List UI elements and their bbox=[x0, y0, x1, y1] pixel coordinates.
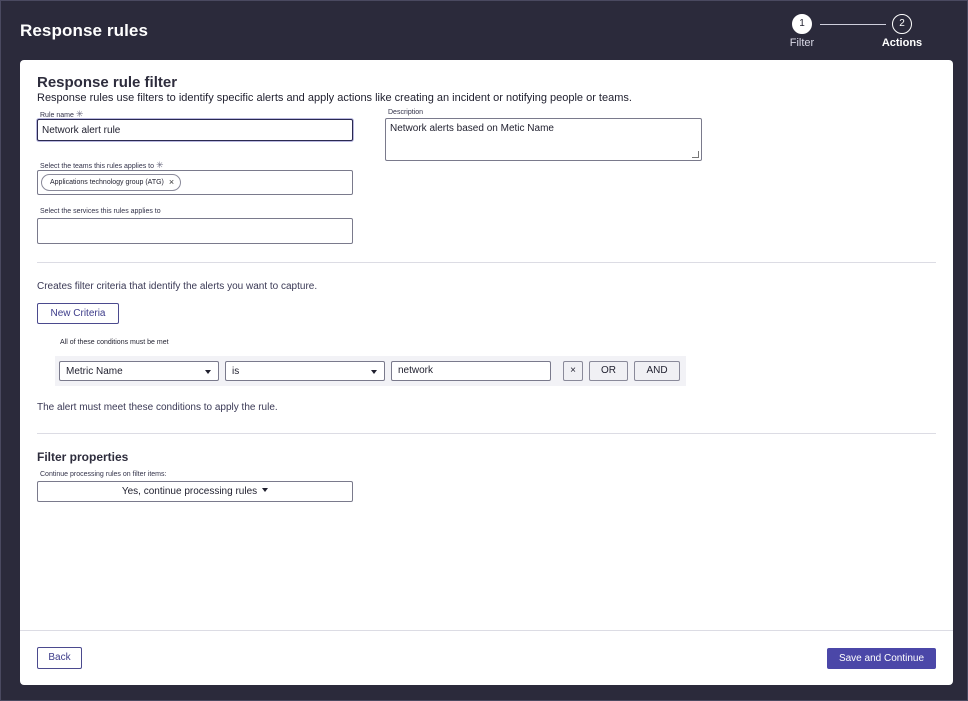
section-description: Response rules use filters to identify s… bbox=[37, 92, 632, 104]
step-filter[interactable]: 1 Filter bbox=[772, 14, 832, 49]
condition-row: Metric Name is network × OR AND bbox=[55, 356, 686, 386]
description-text: Network alerts based on Metic Name bbox=[390, 123, 554, 134]
criteria-intro: Creates filter criteria that identify th… bbox=[37, 281, 318, 292]
required-icon: ✳ bbox=[75, 109, 84, 119]
continue-processing-label: Continue processing rules on filter item… bbox=[40, 471, 167, 478]
continue-processing-value: Yes, continue processing rules bbox=[121, 486, 258, 497]
remove-condition-button[interactable]: × bbox=[563, 361, 583, 381]
operator-select-value: is bbox=[232, 366, 240, 377]
close-icon: × bbox=[570, 365, 576, 376]
team-chip: Applications technology group (ATG) × bbox=[41, 174, 182, 191]
services-label: Select the services this rules applies t… bbox=[40, 208, 161, 215]
rule-form-panel: Response rule filter Response rules use … bbox=[20, 60, 953, 685]
required-icon: ✳ bbox=[155, 160, 164, 170]
description-label: Description bbox=[388, 109, 424, 116]
field-select[interactable]: Metric Name bbox=[59, 361, 219, 381]
chevron-down-icon bbox=[262, 488, 269, 492]
description-textarea[interactable]: Network alerts based on Metic Name bbox=[385, 118, 702, 161]
teams-multiselect[interactable]: Applications technology group (ATG) × bbox=[37, 170, 353, 195]
services-multiselect[interactable] bbox=[37, 218, 353, 244]
divider bbox=[37, 433, 936, 434]
conditions-help: The alert must meet these conditions to … bbox=[37, 402, 278, 413]
step-actions[interactable]: 2 Actions bbox=[872, 14, 932, 49]
back-button[interactable]: Back bbox=[37, 647, 82, 669]
operator-select[interactable]: is bbox=[225, 361, 385, 381]
field-select-value: Metric Name bbox=[66, 366, 123, 377]
condition-group: All of these conditions must be met Metr… bbox=[55, 334, 686, 389]
chip-remove-icon[interactable]: × bbox=[169, 175, 174, 190]
save-and-continue-button[interactable]: Save and Continue bbox=[827, 648, 936, 669]
footer-divider bbox=[20, 630, 953, 631]
value-input[interactable]: network bbox=[391, 361, 551, 381]
page-title: Response rules bbox=[20, 21, 149, 40]
chevron-down-icon bbox=[205, 370, 211, 374]
filter-properties-title: Filter properties bbox=[37, 450, 129, 464]
step-number: 2 bbox=[892, 14, 912, 34]
team-chip-label: Applications technology group (ATG) bbox=[50, 179, 164, 186]
divider bbox=[37, 262, 936, 263]
new-criteria-button[interactable]: New Criteria bbox=[37, 303, 119, 324]
section-title: Response rule filter bbox=[37, 74, 178, 91]
and-button[interactable]: AND bbox=[634, 361, 680, 381]
chevron-down-icon bbox=[371, 370, 377, 374]
or-button[interactable]: OR bbox=[589, 361, 628, 381]
conditions-label: All of these conditions must be met bbox=[60, 339, 169, 346]
progress-stepper: 1 Filter 2 Actions bbox=[780, 14, 940, 54]
rule-name-input[interactable]: Network alert rule bbox=[37, 119, 353, 141]
continue-processing-dropdown[interactable]: Yes, continue processing rules bbox=[37, 481, 353, 502]
resize-handle-icon[interactable] bbox=[692, 151, 699, 158]
step-label: Actions bbox=[881, 37, 923, 49]
step-label: Filter bbox=[789, 37, 815, 49]
step-number: 1 bbox=[792, 14, 812, 34]
